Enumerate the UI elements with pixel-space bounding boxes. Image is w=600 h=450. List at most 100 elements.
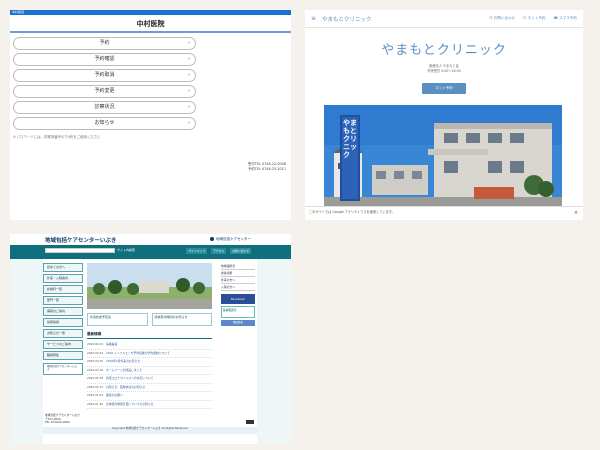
news-date: 2020.03.24 — [87, 350, 104, 355]
close-icon[interactable]: × — [574, 210, 578, 216]
right-link[interactable]: 健康診断 — [221, 270, 255, 277]
top-bar: 中村医院 — [10, 10, 291, 15]
building-illustration — [324, 105, 562, 213]
side-menu-item[interactable]: サービスのご案内 — [43, 340, 83, 349]
hamburger-icon[interactable]: ≡ — [311, 15, 316, 22]
recruit-banner[interactable]: 職員募集 — [221, 320, 255, 326]
page-top-button[interactable] — [246, 420, 254, 424]
logo-mark-icon — [210, 237, 215, 241]
reserve-button[interactable]: ネット予約 — [422, 83, 466, 94]
side-menu-item[interactable]: お知らせ一覧 — [43, 329, 83, 338]
news-date: 2020.03.20 — [87, 359, 104, 363]
clinic-name: やまもとクリニック — [381, 43, 507, 58]
right-link[interactable]: 外来の方へ — [221, 277, 255, 284]
site-header: 地域包括ケアセンターいぶき 地域包括ケアセンター — [10, 234, 291, 245]
menu-button-news[interactable]: お知らせ › — [13, 117, 196, 130]
news-date: 2020.02.04 — [87, 393, 104, 397]
menu-button-cancel[interactable]: 予約取消 › — [13, 69, 196, 82]
site-title[interactable]: 地域包括ケアセンターいぶき — [45, 236, 210, 244]
news-item[interactable]: 2020.03.24 2020 インフルエンザ予防接種の予約開始について — [87, 350, 212, 358]
news-date: 2020.01.30 — [87, 401, 104, 406]
content-area: 初めての方へ 外来・入院案内 診療科一覧 部門一覧 病院のご案内 採用情報 お知… — [43, 259, 257, 414]
promo-schedule[interactable]: 外来診療予定表 — [87, 313, 148, 326]
side-menu-item[interactable]: 採用情報 — [43, 318, 83, 327]
news-item[interactable]: 2020.02.04 面会のお願い — [87, 392, 212, 401]
nav-link-contact[interactable]: ✉ お問い合わせ — [489, 16, 515, 21]
chevron-right-icon: › — [188, 104, 190, 110]
toolbar-link-contact[interactable]: お問い合わせ — [230, 248, 251, 254]
menu-button-label: 予約取消 — [94, 72, 115, 78]
right-column: 地域連携室 健康診断 外来の方へ 入院の方へ Facebook 医療相談室 職員… — [221, 263, 255, 326]
right-link[interactable]: 地域連携室 — [221, 263, 255, 270]
menu-list: 予約 › 予約確認 › 予約取消 › 予約変更 › 診察状況 › お知らせ › — [10, 37, 291, 130]
news-date: 2020.04.01 — [87, 342, 104, 346]
side-menu-item[interactable]: 病院のご案内 — [43, 307, 83, 316]
news-date: 2020.03.16 — [87, 367, 104, 372]
news-title: 2020年3月外来のお知らせ — [106, 359, 141, 363]
hero-banner — [87, 263, 212, 309]
menu-button-label: お知らせ — [94, 120, 115, 126]
promo-hours[interactable]: 診療受付時間のお知らせ — [151, 313, 212, 326]
menu-button-change[interactable]: 予約変更 › — [13, 85, 196, 98]
nav-link-label: スマホ予約 — [559, 16, 577, 20]
side-menu-item[interactable]: 部門一覧 — [43, 296, 83, 305]
chevron-right-icon: › — [188, 56, 190, 62]
brand-logo[interactable]: やまもとクリニック — [322, 15, 481, 23]
side-menu-item[interactable]: 初めての方へ — [43, 263, 83, 272]
nav-link-label: お問い合わせ — [493, 16, 516, 20]
news-header: 最新情報 — [87, 332, 212, 339]
news-title: 面会のお願い — [106, 393, 123, 397]
header-nav: ≡ やまもとクリニック ✉ お問い合わせ ☐ ネット予約 ☎ スマホ予約 — [305, 10, 583, 28]
news-title: 2020 インフルエンザ予防接種の予約開始について — [106, 350, 170, 355]
chevron-right-icon: › — [188, 88, 190, 94]
menu-button-label: 診察状況 — [94, 104, 115, 110]
top-bar-label: 中村医院 — [12, 10, 25, 14]
news-item[interactable]: 2020.02.28 新型コロナウイルスへの対応について — [87, 375, 212, 384]
divider — [10, 31, 291, 33]
footer-line: TEL 0749-00-0000 — [45, 420, 70, 424]
side-menu: 初めての方へ 外来・入院案内 診療科一覧 部門一覧 病院のご案内 採用情報 お知… — [43, 263, 83, 377]
chevron-right-icon: › — [188, 72, 190, 78]
news-date: 2020.02.28 — [87, 376, 104, 380]
menu-button-confirm[interactable]: 予約確認 › — [13, 53, 196, 66]
toolbar-link-sitemap[interactable]: サイトマップ — [186, 248, 208, 254]
org-logo: 地域包括ケアセンター — [210, 237, 251, 242]
yamamoto-clinic-screen: ≡ やまもとクリニック ✉ お問い合わせ ☐ ネット予約 ☎ スマホ予約 やまも… — [305, 10, 583, 220]
left-gutter — [10, 259, 43, 444]
side-menu-item[interactable]: 診療科一覧 — [43, 285, 83, 294]
side-menu-item[interactable]: 職員募集 — [43, 351, 83, 360]
facebook-banner[interactable]: Facebook — [221, 294, 255, 304]
news-title: ホームページを開設しました — [106, 367, 143, 372]
password-note: ※ パスワードには、診察券番号の下4桁をご使用ください — [13, 135, 101, 139]
toolbar-band: サイト内検索 サイトマップ アクセス お問い合わせ — [10, 245, 291, 259]
care-center-screen: 地域包括ケアセンターいぶき 地域包括ケアセンター サイト内検索 サイトマップ ア… — [10, 234, 291, 444]
news-title: 診療受付時間変更についてのお知らせ — [106, 401, 154, 406]
news-item[interactable]: 2020.03.16 ホームページを開設しました — [87, 367, 212, 375]
logo-text: 地域包括ケアセンター — [216, 237, 251, 241]
toolbar-link-access[interactable]: アクセス — [211, 248, 227, 254]
right-link[interactable]: 入院の方へ — [221, 284, 255, 291]
nakamura-clinic-screen: 中村医院 中村医院 予約 › 予約確認 › 予約取消 › 予約変更 › 診察状況 › お知… — [10, 10, 291, 220]
footer-info: 地域包括ケアセンターいぶき 〒521-0000 TEL 0749-00-0000 — [43, 413, 257, 425]
news-item[interactable]: 2020.04.01 病棟看護 — [87, 341, 212, 350]
menu-button-status[interactable]: 診察状況 › — [13, 101, 196, 114]
tel-line: 予約TEL 0748-23-2011 — [248, 167, 286, 171]
side-menu-item[interactable]: 外来・入院案内 — [43, 274, 83, 283]
consult-banner[interactable]: 医療相談室 — [221, 306, 255, 318]
menu-button-reserve[interactable]: 予約 › — [13, 37, 196, 50]
side-card[interactable]: 地域包括ケアセンターいぶき — [43, 363, 83, 375]
cookie-text: このサイトでは Google アナリティクスを使用しています。 — [309, 210, 395, 214]
menu-button-label: 予約 — [99, 40, 110, 46]
menu-button-label: 予約変更 — [94, 88, 115, 94]
news-item[interactable]: 2020.01.30 診療受付時間変更についてのお知らせ — [87, 401, 212, 409]
search-button[interactable]: サイト内検索 — [117, 248, 135, 252]
site-footer: 地域包括ケアセンターいぶき 〒521-0000 TEL 0749-00-0000… — [43, 413, 257, 444]
chevron-right-icon: › — [188, 40, 190, 46]
news-item[interactable]: 2020.03.20 2020年3月外来のお知らせ — [87, 358, 212, 367]
news-item[interactable]: 2020.02.15 お知らせ：臨時休診のお知らせ — [87, 384, 212, 392]
copyright-bar: Copyright 地域包括ケアセンターいぶき All Rights Reser… — [43, 426, 257, 434]
page-title: 中村医院 — [136, 20, 165, 28]
nav-link-net-reserve[interactable]: ☐ ネット予約 — [523, 16, 545, 21]
search-input[interactable] — [45, 248, 115, 253]
nav-link-phone-reserve[interactable]: ☎ スマホ予約 — [554, 16, 578, 21]
